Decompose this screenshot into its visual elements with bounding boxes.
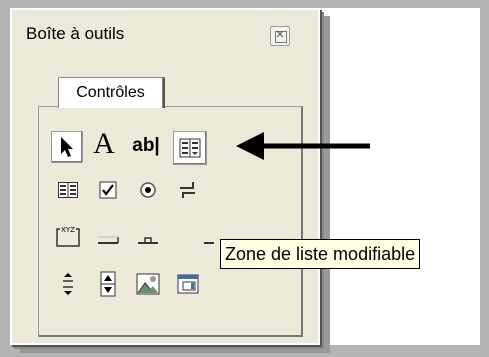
backdrop <box>480 0 489 357</box>
tooltip: Zone de liste modifiable <box>220 239 421 269</box>
combobox-icon <box>179 138 201 158</box>
backdrop <box>0 0 10 357</box>
scrollbar-tool[interactable] <box>53 269 83 299</box>
scrollbar-icon <box>63 273 73 295</box>
option-button-tool[interactable] <box>133 175 163 205</box>
frame-tool[interactable]: XYZ <box>53 221 83 251</box>
refedit-icon <box>177 274 199 294</box>
textbox-icon: ab| <box>132 135 160 156</box>
command-button-tool[interactable] <box>93 223 123 253</box>
backdrop <box>0 0 489 8</box>
tab-controles[interactable]: Contrôles <box>58 77 163 108</box>
svg-text:XYZ: XYZ <box>61 226 75 234</box>
image-icon <box>136 273 160 295</box>
tabstrip-icon <box>138 237 158 244</box>
pointer-tool[interactable] <box>51 131 83 163</box>
multipage-tool[interactable] <box>199 223 219 253</box>
frame-icon: XYZ <box>56 226 80 247</box>
command-button-icon <box>98 236 119 244</box>
toggle-button-icon <box>180 182 195 198</box>
toolbox-window: Boîte à outils ✕ Contrôles A ab| XYZ Zon… <box>10 8 421 345</box>
label-tool[interactable]: A <box>89 127 119 160</box>
combobox-tool[interactable] <box>173 131 207 165</box>
checkbox-tool[interactable] <box>93 175 123 205</box>
arrow-left-icon <box>236 132 370 160</box>
textbox-tool[interactable]: ab| <box>131 131 161 161</box>
window-title: Boîte à outils <box>26 24 125 43</box>
backdrop <box>0 345 489 357</box>
refedit-tool[interactable] <box>173 269 203 299</box>
checkbox-icon <box>99 181 117 199</box>
close-button[interactable]: ✕ <box>270 26 290 46</box>
pointer-icon <box>61 137 73 157</box>
option-button-icon <box>140 182 156 198</box>
image-tool[interactable] <box>133 269 163 299</box>
toggle-button-tool[interactable] <box>173 175 203 205</box>
close-icon: ✕ <box>275 28 285 41</box>
listbox-tool[interactable] <box>53 175 83 205</box>
listbox-icon <box>58 182 78 198</box>
label-text-icon: A <box>93 127 115 160</box>
spinbutton-icon <box>100 271 116 297</box>
white-background <box>318 8 480 345</box>
spinbutton-tool[interactable] <box>93 269 123 299</box>
multipage-icon <box>204 242 214 244</box>
tabstrip-tool[interactable] <box>133 223 163 253</box>
